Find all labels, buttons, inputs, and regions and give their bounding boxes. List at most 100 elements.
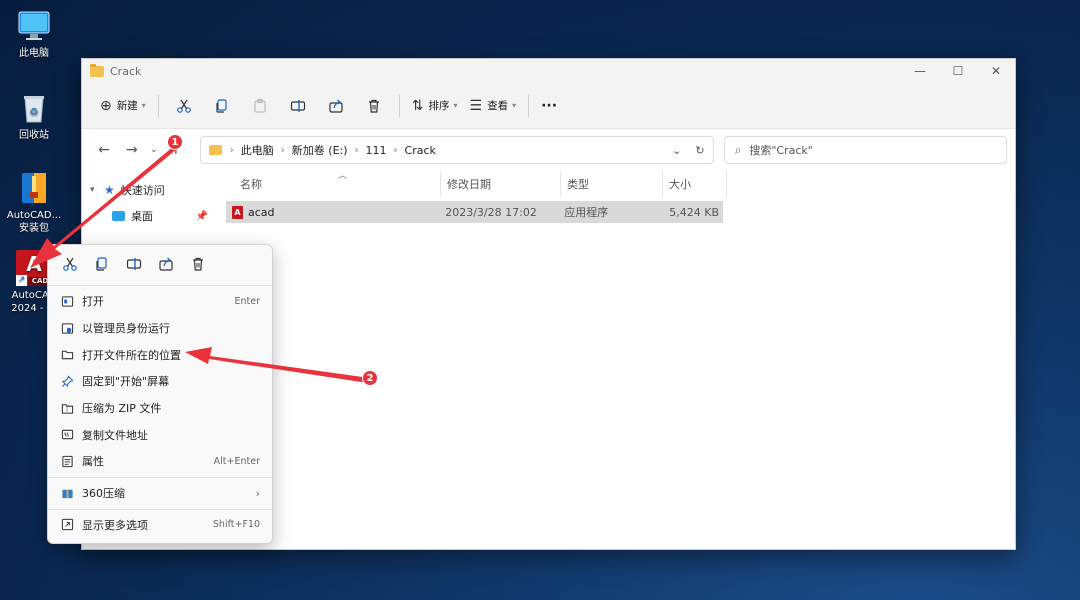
menu-item-label: 复制文件地址 [82,428,148,442]
search-icon: ⌕ [734,142,742,157]
pin-icon: 📌 [195,210,208,222]
paste-button[interactable] [244,91,276,121]
divider [398,94,400,117]
context-menu: 打开 Enter 以管理员身份运行 打开文件所在的位置 固定到"开始"屏幕 压缩… [47,244,273,544]
back-button[interactable]: ← [90,136,118,164]
divider [48,508,272,510]
chevron-down-icon: ⌄ [150,145,158,155]
desktop-icon-label: 回收站 [19,130,49,141]
desktop-icon-label: 此电脑 [19,48,49,59]
delete-button[interactable] [358,91,390,121]
sort-label: 排序 [428,100,450,112]
view-lines-icon: ☰ [469,97,483,114]
svg-text:♻: ♻ [30,107,39,118]
recycle-bin-icon: ♻ [16,90,52,126]
shortcut-arrow-icon: ↗ [16,275,27,286]
table-row[interactable]: A acad 2023/3/28 17:02 应用程序 5,424 KB [226,201,723,223]
refresh-icon[interactable]: ↻ [695,144,704,157]
properties-icon [60,454,74,468]
copy-path-icon [60,428,74,442]
recent-button[interactable]: ⌄ [146,136,162,164]
context-rename-button[interactable] [120,249,148,279]
chevron-down-icon: ▾ [453,101,458,110]
search-placeholder: 搜索"Crack" [749,144,813,157]
file-type: 应用程序 [564,206,609,219]
autocad-file-icon: A [232,205,243,219]
folder-icon [90,63,104,77]
breadcrumb-111[interactable]: 111 [366,144,387,157]
menu-item-copy-path[interactable]: 复制文件地址 [48,421,272,448]
pin-icon [60,374,74,388]
breadcrumb-chevron-icon: › [280,144,285,156]
address-bar[interactable]: › 此电脑 › 新加卷 (E:) › 111 › Crack ⌄ ↻ [199,136,714,164]
menu-item-pin-to-start[interactable]: 固定到"开始"屏幕 [48,368,272,395]
context-copy-button[interactable] [88,249,116,279]
sort-button[interactable]: ⇅ 排序 ▾ [406,91,464,121]
file-date: 2023/3/28 17:02 [445,205,537,219]
file-name: acad [248,205,275,219]
forward-button[interactable]: → [118,136,146,164]
menu-item-open-file-location[interactable]: 打开文件所在的位置 [48,341,272,368]
maximize-button[interactable]: ☐ [939,59,977,83]
column-header-date[interactable]: 修改日期 [441,171,561,197]
monitor-icon [16,8,52,44]
share-button[interactable] [320,91,352,121]
new-button[interactable]: ⊕ 新建 ▾ [94,91,152,121]
copy-button[interactable] [206,91,238,121]
menu-item-show-more-options[interactable]: 显示更多选项 Shift+F10 [48,512,272,539]
context-cut-button[interactable] [56,249,84,279]
share-icon [159,257,173,271]
breadcrumb-this-pc[interactable]: 此电脑 [241,142,274,158]
menu-item-properties[interactable]: 属性 Alt+Enter [48,448,272,475]
menu-item-open[interactable]: 打开 Enter [48,288,272,315]
breadcrumb-chevron-icon: › [354,144,359,156]
compress-360-icon [60,486,74,500]
chevron-down-icon: ▾ [512,101,517,110]
folder-icon [208,145,222,155]
column-header-type[interactable]: 类型 [561,171,663,197]
folder-outline-icon [60,348,74,362]
search-box[interactable]: ⌕ 搜索"Crack" [723,136,1008,164]
address-history-chevron-icon[interactable]: ⌄ [672,144,681,157]
file-size: 5,424 KB [669,205,719,219]
nav-item-quick-access[interactable]: ▾ ★ 快速访问 [82,177,214,203]
context-share-button[interactable] [152,249,180,279]
trash-icon [193,257,203,271]
context-delete-button[interactable] [184,249,212,279]
command-bar: ⊕ 新建 ▾ ⇅ 排序 ▾ ☰ 查看 ▾ ··· [82,83,1015,129]
menu-item-compress-zip[interactable]: 压缩为 ZIP 文件 [48,395,272,422]
nav-item-desktop[interactable]: 桌面 📌 [82,203,214,229]
shield-icon [60,321,74,335]
close-button[interactable]: ✕ [977,59,1015,83]
arrow-left-icon: ← [98,142,110,158]
breadcrumb-volume-e[interactable]: 新加卷 (E:) [292,142,348,158]
rename-button[interactable] [282,91,314,121]
annotation-badge-2: 2 [362,370,378,386]
column-header-size[interactable]: 大小 [663,171,727,197]
menu-item-360-compress[interactable]: 360压缩 › [48,480,272,507]
divider [157,94,159,117]
more-dots-icon: ··· [541,97,558,114]
title-bar[interactable]: Crack — ☐ ✕ [82,59,1015,83]
cut-button[interactable] [168,91,200,121]
menu-item-label: 以管理员身份运行 [82,322,170,336]
copy-icon [96,257,107,271]
star-icon: ★ [104,183,115,197]
share-icon [329,99,343,113]
menu-item-run-as-admin[interactable]: 以管理员身份运行 [48,315,272,342]
window-title: Crack [110,64,142,78]
chevron-right-icon: › [255,486,260,500]
sort-chevron-up-icon: ︿ [338,171,348,181]
breadcrumb-crack[interactable]: Crack [405,144,436,157]
column-header-name[interactable]: 名称 [226,171,441,197]
minimize-button[interactable]: — [901,59,939,83]
view-button[interactable]: ☰ 查看 ▾ [464,91,523,121]
desktop-icon-label: AutoCAD... 安装包 [6,210,62,234]
desktop-icon-recycle-bin[interactable]: ♻ 回收站 [2,90,66,142]
desktop-icon-autocad-package[interactable]: AutoCAD... 安装包 [2,170,66,235]
nav-item-label: 桌面 [131,210,153,223]
divider [48,285,272,286]
menu-item-label: 固定到"开始"屏幕 [82,375,170,389]
desktop-icon-this-pc[interactable]: 此电脑 [2,8,66,60]
more-options-button[interactable]: ··· [535,91,563,121]
